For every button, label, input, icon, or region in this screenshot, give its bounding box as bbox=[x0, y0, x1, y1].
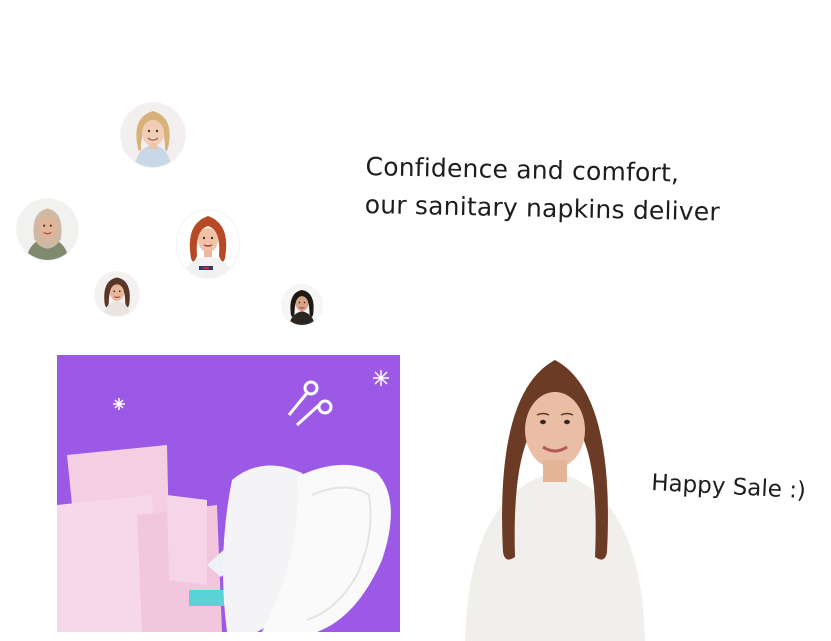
headline-line-2: our sanitary napkins deliver bbox=[364, 189, 721, 227]
brunette-woman-avatar bbox=[95, 272, 139, 316]
blonde-woman-avatar bbox=[121, 103, 185, 167]
sparkle-icon bbox=[373, 370, 389, 386]
sanitary-pads-photo bbox=[57, 355, 400, 632]
hijab-woman-avatar bbox=[17, 199, 78, 260]
smiling-woman-photo bbox=[455, 352, 655, 641]
sale-caption: Happy Sale :) bbox=[650, 470, 807, 505]
redhead-woman-avatar bbox=[177, 210, 239, 278]
headline: Confidence and comfort, our sanitary nap… bbox=[364, 148, 721, 231]
dark-haired-woman-avatar bbox=[282, 285, 322, 325]
